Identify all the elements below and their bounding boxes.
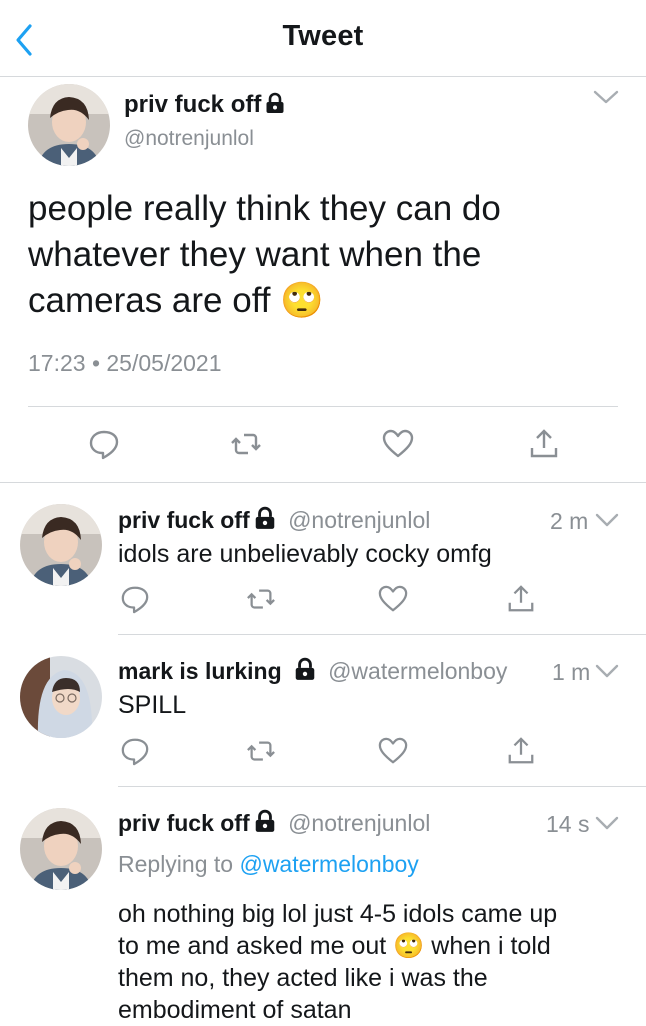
share-icon[interactable] — [506, 736, 536, 766]
lock-icon — [294, 657, 316, 686]
author-name[interactable]: priv fuck off — [118, 810, 250, 836]
heart-icon[interactable] — [378, 584, 408, 614]
mention-link[interactable]: @watermelonboy — [239, 851, 418, 877]
retweet-icon[interactable] — [230, 428, 262, 460]
divider — [28, 406, 618, 407]
reply-icon[interactable] — [88, 428, 120, 460]
eye-roll-emoji: 🙄 — [280, 281, 324, 320]
lock-icon — [254, 506, 276, 535]
avatar[interactable] — [20, 656, 102, 738]
reply-text: SPILL — [118, 691, 187, 719]
replying-to: Replying to @watermelonboy — [118, 851, 419, 877]
author-handle[interactable]: @notrenjunlol — [124, 127, 254, 151]
chevron-down-icon[interactable] — [592, 88, 620, 111]
divider — [118, 634, 646, 635]
share-icon[interactable] — [528, 428, 560, 460]
author-handle[interactable]: @notrenjunlol — [288, 507, 430, 533]
reply-header: priv fuck off @notrenjunlol — [118, 506, 430, 535]
heart-icon[interactable] — [382, 428, 414, 460]
divider — [118, 786, 646, 787]
avatar[interactable] — [20, 504, 102, 586]
retweet-icon[interactable] — [246, 584, 276, 614]
navigation-bar: Tweet — [0, 0, 646, 77]
reply-header: mark is lurking @watermelonboy — [118, 657, 507, 686]
avatar[interactable] — [20, 808, 102, 890]
tweet-timestamp: 17:23 • 25/05/2021 — [28, 350, 222, 376]
tweet-text: people really think they can do whatever… — [28, 189, 501, 320]
chevron-down-icon[interactable] — [594, 815, 620, 836]
reply-text: idols are unbelievably cocky omfg — [118, 540, 492, 568]
lock-icon — [254, 809, 276, 838]
divider — [0, 482, 646, 483]
share-icon[interactable] — [506, 584, 536, 614]
avatar[interactable] — [28, 84, 110, 166]
author-handle[interactable]: @watermelonboy — [328, 658, 507, 684]
author-name[interactable]: priv fuck off — [118, 507, 250, 533]
author-handle[interactable]: @notrenjunlol — [288, 810, 430, 836]
reply-icon[interactable] — [120, 584, 150, 614]
reply-time: 2 m — [550, 508, 589, 534]
author-name[interactable]: mark is lurking — [118, 658, 282, 684]
chevron-down-icon[interactable] — [594, 663, 620, 684]
reply-icon[interactable] — [120, 736, 150, 766]
eye-roll-emoji: 🙄 — [393, 932, 425, 960]
reply-header: priv fuck off @notrenjunlol — [118, 809, 430, 838]
lock-icon — [265, 92, 285, 121]
page-title: Tweet — [282, 20, 364, 52]
author-name[interactable]: priv fuck off — [124, 91, 285, 121]
reply-time: 14 s — [546, 811, 590, 837]
reply-time: 1 m — [552, 659, 591, 685]
heart-icon[interactable] — [378, 736, 408, 766]
retweet-icon[interactable] — [246, 736, 276, 766]
chevron-down-icon[interactable] — [594, 512, 620, 533]
reply-text: oh nothing big lol just 4-5 idols came u… — [118, 900, 558, 1024]
